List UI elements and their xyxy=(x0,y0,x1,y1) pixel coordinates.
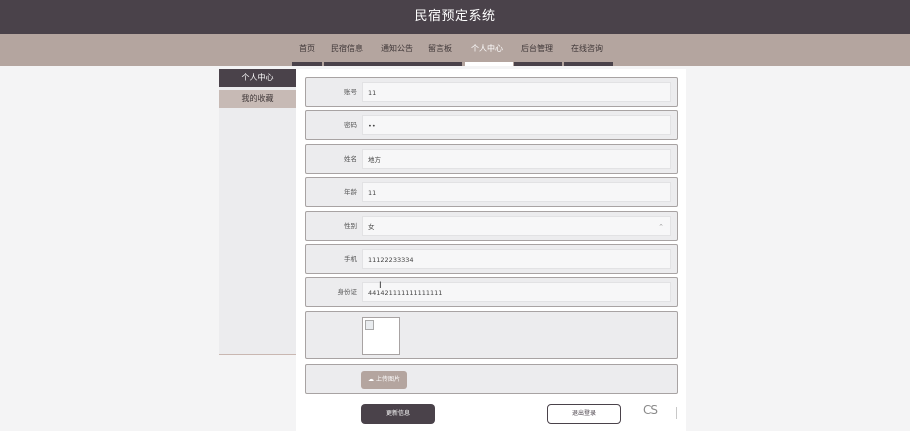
nav-underline xyxy=(324,62,462,66)
age-input[interactable]: 11 xyxy=(362,182,671,202)
form-row-gender: 性别 女 ⌃ xyxy=(305,211,678,241)
sidebar: 个人中心 我的收藏 xyxy=(219,69,296,355)
id-card-label: 身份证 xyxy=(337,288,358,296)
broken-image-icon xyxy=(365,320,374,330)
password-label: 密码 xyxy=(344,121,357,129)
account-input[interactable]: 11 xyxy=(362,82,671,102)
form-row-account: 账号 11 xyxy=(305,77,678,107)
sidebar-item-favorites[interactable]: 我的收藏 xyxy=(219,90,296,108)
name-input[interactable]: 地方 xyxy=(362,149,671,169)
nav-item-home[interactable]: 首页 xyxy=(299,41,315,57)
form-row-id-card: 身份证 441421111111111111 xyxy=(305,277,678,307)
nav-underline-active xyxy=(465,62,513,66)
site-header: 民宿预定系统 xyxy=(0,0,910,34)
logout-button[interactable]: 退出登录 xyxy=(547,404,621,424)
phone-input[interactable]: 11122233334 xyxy=(362,249,671,269)
upload-image-button[interactable]: ☁ 上传图片 xyxy=(361,371,407,389)
nav-item-message-board[interactable]: 留言板 xyxy=(428,41,452,57)
nav-item-admin[interactable]: 后台管理 xyxy=(521,41,553,57)
nav-underline xyxy=(564,62,613,66)
nav-item-homestay-info[interactable]: 民宿信息 xyxy=(331,41,363,57)
nav-item-notices[interactable]: 通知公告 xyxy=(381,41,413,57)
gender-select[interactable]: 女 ⌃ xyxy=(362,216,671,236)
watermark-logo: CS xyxy=(643,403,658,417)
form-row-phone: 手机 11122233334 xyxy=(305,244,678,274)
update-info-button[interactable]: 更新信息 xyxy=(361,404,435,424)
form-row-upload: ☁ 上传图片 xyxy=(305,364,678,394)
nav-underline xyxy=(292,62,322,66)
age-label: 年龄 xyxy=(344,188,357,196)
chevron-up-icon: ⌃ xyxy=(658,223,664,231)
password-input[interactable]: •• xyxy=(362,115,671,135)
form-row-age: 年龄 11 xyxy=(305,177,678,207)
form-row-avatar xyxy=(305,311,678,359)
cloud-upload-icon: ☁ xyxy=(367,376,374,383)
nav-underline xyxy=(514,62,562,66)
text-cursor-icon: I xyxy=(379,281,382,291)
nav-item-personal-center[interactable]: 个人中心 xyxy=(471,41,503,57)
phone-label: 手机 xyxy=(344,255,357,263)
upload-image-label: 上传图片 xyxy=(375,376,400,383)
form-row-password: 密码 •• xyxy=(305,110,678,140)
form-row-name: 姓名 地方 xyxy=(305,144,678,174)
site-title: 民宿预定系统 xyxy=(414,9,496,24)
avatar-image xyxy=(362,317,400,355)
account-label: 账号 xyxy=(344,88,357,96)
gender-value: 女 xyxy=(368,223,375,231)
gender-label: 性别 xyxy=(344,222,357,230)
watermark-divider xyxy=(676,407,677,419)
id-card-input[interactable]: 441421111111111111 xyxy=(362,282,671,302)
nav-item-online-consult[interactable]: 在线咨询 xyxy=(571,41,603,57)
sidebar-item-personal-center[interactable]: 个人中心 xyxy=(219,69,296,87)
name-label: 姓名 xyxy=(344,155,357,163)
